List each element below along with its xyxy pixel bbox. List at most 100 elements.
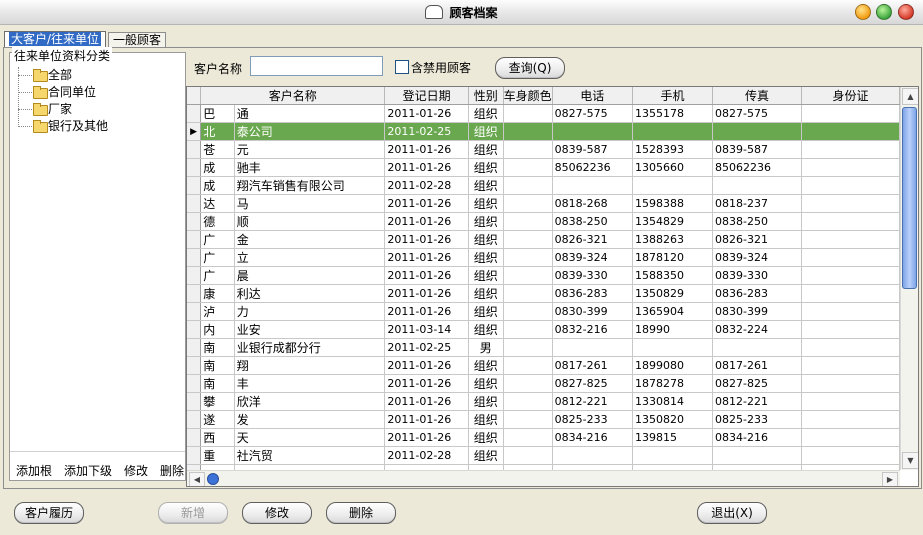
minimize-button[interactable]	[855, 4, 871, 20]
cell-id-card[interactable]	[801, 392, 900, 411]
cell-gender[interactable]: 组织	[468, 266, 504, 285]
cell-mobile[interactable]: 1528393	[632, 140, 714, 159]
table-row[interactable]: 南丰 2011-01-26 组织 0827-825 1878278 0827-825	[187, 374, 900, 393]
cell-body-color[interactable]	[503, 284, 553, 303]
cell-mobile[interactable]: 1878278	[632, 374, 714, 393]
cell-fax[interactable]: 85062236	[712, 158, 803, 177]
cell-fax[interactable]: 0827-825	[712, 374, 803, 393]
cell-mobile[interactable]: 1354829	[632, 212, 714, 231]
cell-body-color[interactable]	[503, 104, 553, 123]
cell-phone[interactable]: 0818-268	[552, 194, 633, 213]
table-row[interactable]: 德顺 2011-01-26 组织 0838-250 1354829 0838-250	[187, 212, 900, 231]
cell-fax[interactable]	[712, 122, 803, 141]
header-fax[interactable]: 传真	[712, 87, 803, 105]
cell-customer-name[interactable]: 金	[234, 230, 386, 249]
delete-button[interactable]: 删除	[326, 502, 396, 524]
cell-customer-name[interactable]: 通	[234, 104, 386, 123]
cell-name-prefix[interactable]: 广	[200, 266, 235, 285]
table-row[interactable]: 南翔 2011-01-26 组织 0817-261 1899080 0817-261	[187, 356, 900, 375]
cell-phone[interactable]: 0826-321	[552, 230, 633, 249]
cell-register-date[interactable]: 2011-01-26	[384, 302, 469, 321]
cell-register-date[interactable]: 2011-02-25	[384, 338, 469, 357]
cell-name-prefix[interactable]: 内	[200, 320, 235, 339]
add-root-link[interactable]: 添加根	[16, 464, 52, 478]
cell-mobile[interactable]: 1365904	[632, 302, 714, 321]
table-row[interactable]: 遂发 2011-01-26 组织 0825-233 1350820 0825-233	[187, 410, 900, 429]
cell-body-color[interactable]	[503, 266, 553, 285]
table-row[interactable]: 成驰丰 2011-01-26 组织 85062236 1305660 85062236	[187, 158, 900, 177]
cell-id-card[interactable]	[801, 320, 900, 339]
cell-register-date[interactable]: 2011-01-26	[384, 248, 469, 267]
cell-id-card[interactable]	[801, 338, 900, 357]
cell-phone[interactable]: 0827-575	[552, 104, 633, 123]
row-indicator[interactable]	[187, 356, 202, 375]
cell-gender[interactable]: 组织	[468, 122, 504, 141]
cell-id-card[interactable]	[801, 158, 900, 177]
cell-gender[interactable]: 组织	[468, 104, 504, 123]
cell-body-color[interactable]	[503, 302, 553, 321]
cell-mobile[interactable]: 1350820	[632, 410, 714, 429]
cell-gender[interactable]: 组织	[468, 302, 504, 321]
cell-customer-name[interactable]: 丰	[234, 374, 386, 393]
scroll-down-icon[interactable]: ▼	[902, 452, 918, 469]
table-row[interactable]: 广晨 2011-01-26 组织 0839-330 1588350 0839-330	[187, 266, 900, 285]
cell-customer-name[interactable]: 力	[234, 302, 386, 321]
cell-phone[interactable]: 0839-324	[552, 248, 633, 267]
cell-body-color[interactable]	[503, 320, 553, 339]
cell-customer-name[interactable]: 社汽贸	[234, 446, 386, 465]
tree-item-manufacturers[interactable]: 厂家	[18, 101, 108, 118]
cell-customer-name[interactable]: 马	[234, 194, 386, 213]
cell-name-prefix[interactable]: 泸	[200, 302, 235, 321]
cell-name-prefix[interactable]: 达	[200, 194, 235, 213]
cell-gender[interactable]: 组织	[468, 392, 504, 411]
cell-fax[interactable]: 0839-330	[712, 266, 803, 285]
cell-body-color[interactable]	[503, 140, 553, 159]
customer-history-button[interactable]: 客户履历	[14, 502, 84, 524]
cell-register-date[interactable]: 2011-01-26	[384, 230, 469, 249]
cell-fax[interactable]: 0830-399	[712, 302, 803, 321]
cell-customer-name[interactable]: 驰丰	[234, 158, 386, 177]
cell-fax[interactable]: 0839-587	[712, 140, 803, 159]
cell-name-prefix[interactable]: 南	[200, 338, 235, 357]
cell-id-card[interactable]	[801, 302, 900, 321]
row-indicator[interactable]	[187, 392, 202, 411]
row-indicator[interactable]	[187, 176, 202, 195]
row-indicator[interactable]	[187, 410, 202, 429]
header-register-date[interactable]: 登记日期	[384, 87, 469, 105]
cell-body-color[interactable]	[503, 446, 553, 465]
add-child-link[interactable]: 添加下级	[64, 464, 112, 478]
vertical-scrollbar[interactable]: ▲ ▼	[900, 87, 918, 470]
tree-item-all[interactable]: 全部	[18, 67, 108, 84]
customer-name-input[interactable]	[250, 56, 383, 76]
cell-gender[interactable]: 组织	[468, 356, 504, 375]
cell-name-prefix[interactable]: 德	[200, 212, 235, 231]
cell-id-card[interactable]	[801, 446, 900, 465]
cell-register-date[interactable]: 2011-02-28	[384, 446, 469, 465]
cell-mobile[interactable]: 18990	[632, 320, 714, 339]
cell-phone[interactable]: 0832-216	[552, 320, 633, 339]
cell-phone[interactable]: 85062236	[552, 158, 633, 177]
cell-customer-name[interactable]: 晨	[234, 266, 386, 285]
cell-name-prefix[interactable]: 广	[200, 248, 235, 267]
cell-fax[interactable]: 0826-321	[712, 230, 803, 249]
cell-name-prefix[interactable]: 攀	[200, 392, 235, 411]
cell-register-date[interactable]: 2011-01-26	[384, 410, 469, 429]
vertical-scroll-thumb[interactable]	[902, 107, 917, 289]
cell-mobile[interactable]	[632, 338, 714, 357]
cell-phone[interactable]: 0839-330	[552, 266, 633, 285]
cell-register-date[interactable]: 2011-03-14	[384, 320, 469, 339]
row-indicator[interactable]	[187, 248, 202, 267]
cell-customer-name[interactable]: 利达	[234, 284, 386, 303]
cell-register-date[interactable]: 2011-01-26	[384, 266, 469, 285]
edit-button[interactable]: 修改	[242, 502, 312, 524]
row-indicator[interactable]	[187, 446, 202, 465]
cell-body-color[interactable]	[503, 176, 553, 195]
cell-phone[interactable]	[552, 122, 633, 141]
cell-phone[interactable]: 0834-216	[552, 428, 633, 447]
cell-name-prefix[interactable]: 遂	[200, 410, 235, 429]
cell-name-prefix[interactable]: 康	[200, 284, 235, 303]
header-mobile[interactable]: 手机	[632, 87, 714, 105]
cell-name-prefix[interactable]: 南	[200, 356, 235, 375]
table-row[interactable]: 成翔汽车销售有限公司 2011-02-28 组织	[187, 176, 900, 195]
cell-phone[interactable]: 0812-221	[552, 392, 633, 411]
